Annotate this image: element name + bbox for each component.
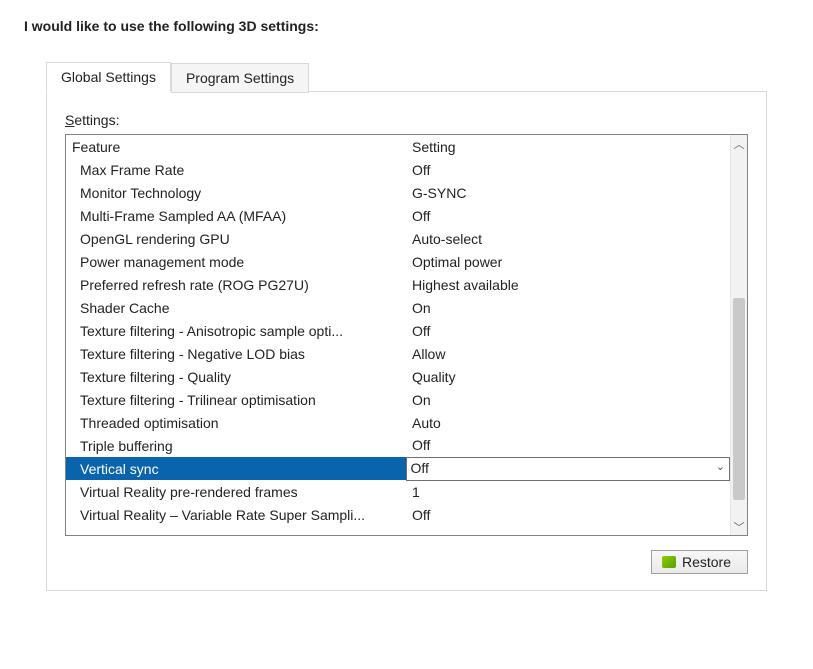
column-feature: Feature <box>66 135 406 158</box>
feature-cell: Virtual Reality – Variable Rate Super Sa… <box>66 503 406 526</box>
footer: Restore <box>65 550 748 574</box>
setting-cell: G-SYNC <box>406 181 730 204</box>
setting-value: Off <box>411 459 429 478</box>
settings-list-body: Feature Setting Max Frame RateOffMonitor… <box>66 135 730 535</box>
settings-list: Feature Setting Max Frame RateOffMonitor… <box>65 134 748 536</box>
settings-label: Settings: <box>65 112 748 128</box>
feature-cell: Monitor Technology <box>66 181 406 204</box>
table-row[interactable]: Texture filtering - Anisotropic sample o… <box>66 319 730 342</box>
scroll-thumb[interactable] <box>733 298 745 499</box>
table-row[interactable]: Texture filtering - QualityQuality <box>66 365 730 388</box>
setting-cell: Highest available <box>406 273 730 296</box>
panel-title: I would like to use the following 3D set… <box>24 18 789 34</box>
feature-cell: Texture filtering - Quality <box>66 365 406 388</box>
table-header-row: Feature Setting <box>66 135 730 158</box>
table-row[interactable]: Vertical sync Off ⌄ <box>66 457 730 480</box>
table-row[interactable]: Max Frame RateOff <box>66 158 730 181</box>
tab-program-settings[interactable]: Program Settings <box>171 63 309 93</box>
setting-cell: Off <box>406 319 730 342</box>
feature-cell: Multi-Frame Sampled AA (MFAA) <box>66 204 406 227</box>
feature-cell: Vertical sync <box>66 457 406 480</box>
setting-cell: Off <box>406 434 730 457</box>
table-row[interactable]: Multi-Frame Sampled AA (MFAA)Off <box>66 204 730 227</box>
setting-cell: Quality <box>406 365 730 388</box>
table-row[interactable]: Power management modeOptimal power <box>66 250 730 273</box>
setting-cell: On <box>406 388 730 411</box>
feature-cell: Threaded optimisation <box>66 411 406 434</box>
feature-cell: Virtual Reality pre-rendered frames <box>66 480 406 503</box>
column-setting: Setting <box>406 135 730 158</box>
restore-button-label: Restore <box>682 554 731 570</box>
table-row[interactable]: Threaded optimisationAuto <box>66 411 730 434</box>
setting-dropdown[interactable]: Off ⌄ <box>406 457 730 480</box>
table-row[interactable]: Virtual Reality pre-rendered frames1 <box>66 480 730 503</box>
feature-cell: OpenGL rendering GPU <box>66 227 406 250</box>
tab-body: Settings: Feature Setting Max Frame Rate… <box>46 91 767 591</box>
nvidia-logo-icon <box>662 556 676 568</box>
scroll-track[interactable] <box>731 152 747 518</box>
table-row[interactable]: Shader CacheOn <box>66 296 730 319</box>
tab-global-settings[interactable]: Global Settings <box>46 62 171 92</box>
table-row[interactable]: Preferred refresh rate (ROG PG27U)Highes… <box>66 273 730 296</box>
feature-cell: Power management mode <box>66 250 406 273</box>
feature-cell: Preferred refresh rate (ROG PG27U) <box>66 273 406 296</box>
feature-cell: Max Frame Rate <box>66 158 406 181</box>
scroll-down-icon[interactable]: ﹀ <box>731 518 748 535</box>
feature-cell: Triple buffering <box>66 434 406 457</box>
settings-table: Feature Setting Max Frame RateOffMonitor… <box>66 135 730 526</box>
setting-cell: Auto <box>406 411 730 434</box>
scrollbar[interactable]: ︿ ﹀ <box>730 135 747 535</box>
setting-cell: Allow <box>406 342 730 365</box>
feature-cell: Shader Cache <box>66 296 406 319</box>
setting-cell: Off <box>406 158 730 181</box>
tabstrip: Global Settings Program Settings <box>46 62 789 92</box>
feature-cell: Texture filtering - Negative LOD bias <box>66 342 406 365</box>
scroll-up-icon[interactable]: ︿ <box>731 135 748 152</box>
setting-cell: Off <box>406 204 730 227</box>
table-row[interactable]: Triple bufferingOff <box>66 434 730 457</box>
setting-cell: On <box>406 296 730 319</box>
setting-cell: 1 <box>406 480 730 503</box>
setting-cell: Off <box>406 503 730 526</box>
chevron-down-icon: ⌄ <box>716 460 725 473</box>
table-row[interactable]: OpenGL rendering GPUAuto-select <box>66 227 730 250</box>
feature-cell: Texture filtering - Anisotropic sample o… <box>66 319 406 342</box>
table-row[interactable]: Virtual Reality – Variable Rate Super Sa… <box>66 503 730 526</box>
settings-panel: I would like to use the following 3D set… <box>24 18 789 591</box>
feature-cell: Texture filtering - Trilinear optimisati… <box>66 388 406 411</box>
setting-cell: Optimal power <box>406 250 730 273</box>
restore-button[interactable]: Restore <box>651 550 748 574</box>
table-row[interactable]: Texture filtering - Trilinear optimisati… <box>66 388 730 411</box>
table-row[interactable]: Texture filtering - Negative LOD biasAll… <box>66 342 730 365</box>
table-row[interactable]: Monitor TechnologyG-SYNC <box>66 181 730 204</box>
setting-cell: Auto-select <box>406 227 730 250</box>
